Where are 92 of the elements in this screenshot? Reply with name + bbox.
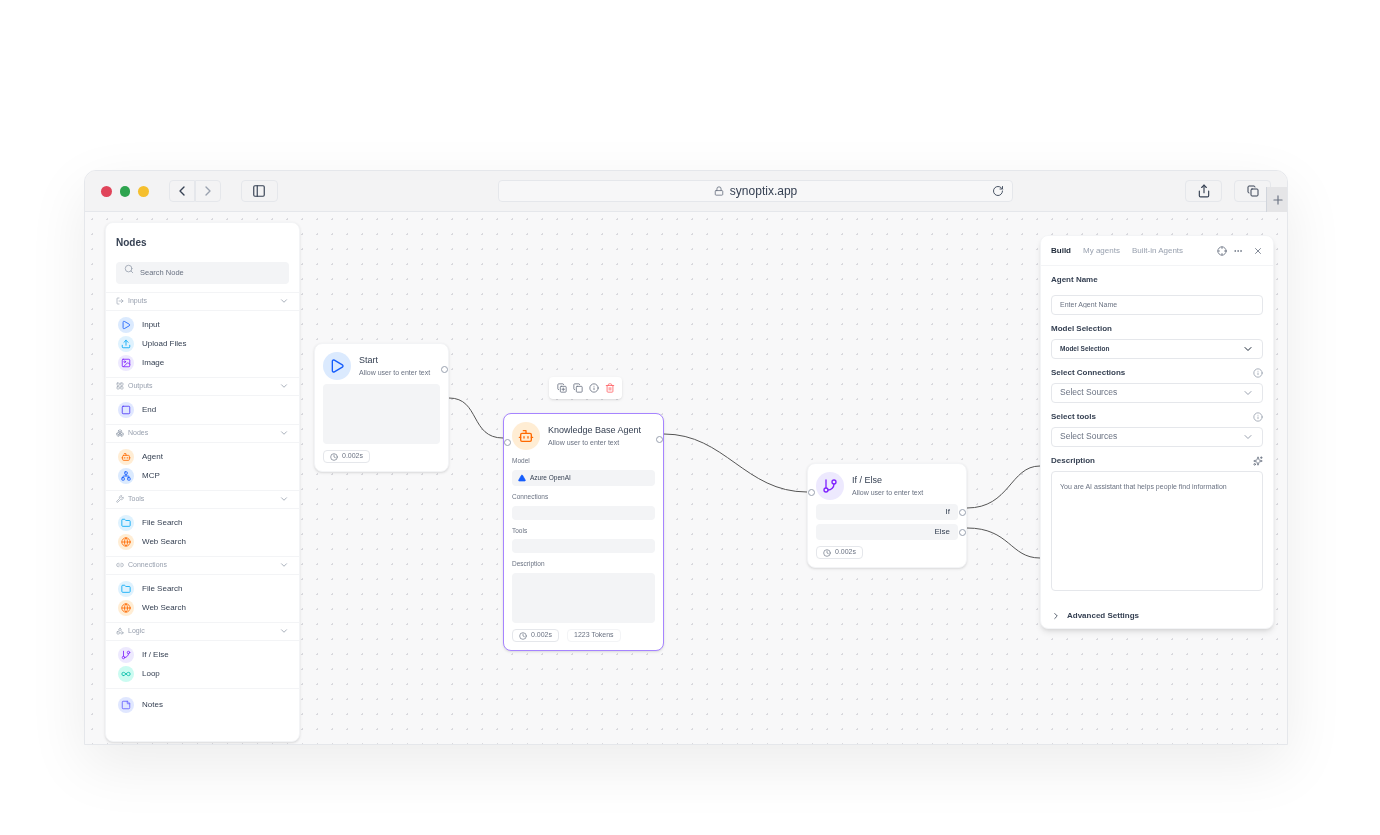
node-item[interactable]: Web Search <box>106 599 299 616</box>
close-icon <box>1253 245 1263 256</box>
plus-icon <box>1270 192 1285 207</box>
new-tab-button[interactable] <box>1266 187 1287 212</box>
share-icon <box>1196 184 1211 198</box>
node-item[interactable]: MCP <box>106 467 299 484</box>
section-icon <box>116 429 124 437</box>
square-icon <box>118 401 134 418</box>
reload-icon <box>992 185 1005 197</box>
node-item[interactable]: File Search <box>106 580 299 597</box>
robot-icon <box>118 448 134 465</box>
connection-handle[interactable] <box>441 366 448 373</box>
node-item[interactable]: If / Else <box>106 646 299 663</box>
play-icon <box>323 352 351 380</box>
network-icon <box>118 467 134 484</box>
advanced-settings-toggle[interactable]: Advanced Settings <box>1051 609 1263 622</box>
tabs-icon <box>1246 185 1259 197</box>
chevron-icon <box>279 626 289 636</box>
node-title: Start <box>359 354 379 367</box>
delete-icon <box>604 383 615 393</box>
url-text: synoptix.app <box>729 183 798 200</box>
sidebar-icon <box>252 184 267 198</box>
section-icon <box>116 627 124 635</box>
connection-handle[interactable] <box>808 489 815 496</box>
folder-icon <box>118 514 134 531</box>
connection-handle[interactable] <box>959 529 966 536</box>
upload-icon <box>118 335 134 352</box>
field-label: Select tools <box>1051 410 1096 423</box>
info-icon <box>588 383 599 393</box>
section-icon <box>116 297 124 305</box>
node-item[interactable]: Image <box>106 354 299 371</box>
select-field[interactable]: Select Sources <box>1051 426 1263 447</box>
chevron-icon <box>279 381 289 391</box>
section-icon <box>116 561 124 569</box>
triangle-icon <box>518 473 526 482</box>
field-label: Description <box>1051 454 1095 467</box>
image-icon <box>118 354 134 371</box>
connection-handle[interactable] <box>504 439 511 446</box>
sidebar-toggle-button[interactable] <box>240 180 278 202</box>
node-title: Knowledge Base Agent <box>548 424 642 437</box>
node-item[interactable]: Web Search <box>106 533 299 550</box>
clock-icon <box>823 548 831 557</box>
branch-output: If <box>816 504 958 520</box>
branch-icon <box>118 646 134 663</box>
node-item[interactable]: End <box>106 401 299 418</box>
node-item[interactable]: Upload Files <box>106 335 299 352</box>
infinity-icon <box>118 665 134 682</box>
field-label: Agent Name <box>1051 274 1098 286</box>
field-label: Model Selection <box>1051 322 1112 335</box>
node-item[interactable]: Notes <box>106 696 299 713</box>
globe-icon <box>118 533 134 550</box>
panel-title: Nodes <box>116 236 148 250</box>
note-icon <box>118 696 134 713</box>
connection-handle[interactable] <box>656 436 663 443</box>
select-field[interactable]: Select Sources <box>1051 382 1263 403</box>
robot-icon <box>512 422 540 450</box>
node-title: If / Else <box>852 474 883 487</box>
sparkle-icon <box>1253 455 1263 466</box>
folder-icon <box>118 580 134 597</box>
node-item[interactable]: File Search <box>106 514 299 531</box>
globe-icon <box>118 599 134 616</box>
chevron-icon <box>279 296 289 306</box>
node-item[interactable]: Agent <box>106 448 299 465</box>
play-icon <box>118 316 134 333</box>
clock-icon <box>330 452 338 461</box>
connection-handle[interactable] <box>959 509 966 516</box>
chevron-icon <box>1051 610 1061 621</box>
address-bar[interactable]: synoptix.app <box>497 180 1014 202</box>
close-window-icon <box>101 185 112 197</box>
section-icon <box>116 382 124 390</box>
forward-button[interactable] <box>194 180 221 202</box>
maximize-window-icon <box>119 185 131 197</box>
node-item[interactable]: Input <box>106 316 299 333</box>
chevron-icon <box>279 560 289 570</box>
back-button[interactable] <box>168 180 195 202</box>
node-item[interactable]: Loop <box>106 665 299 682</box>
panel-tab[interactable]: Build <box>1051 244 1071 257</box>
chevron-icon <box>279 494 289 504</box>
copy-icon <box>572 383 583 393</box>
section-icon <box>116 495 124 503</box>
share-button[interactable] <box>1185 180 1223 202</box>
target-icon <box>1217 245 1227 256</box>
minimize-window-icon <box>138 185 149 197</box>
connection-line <box>448 397 504 439</box>
chevron-icon <box>279 428 289 438</box>
branch-icon <box>816 472 844 500</box>
lock-icon <box>713 186 724 196</box>
duplicate-icon <box>556 383 567 393</box>
branch-output: Else <box>816 524 958 540</box>
clock-icon <box>519 631 527 640</box>
field-label: Select Connections <box>1051 366 1126 379</box>
search-icon <box>124 264 134 274</box>
